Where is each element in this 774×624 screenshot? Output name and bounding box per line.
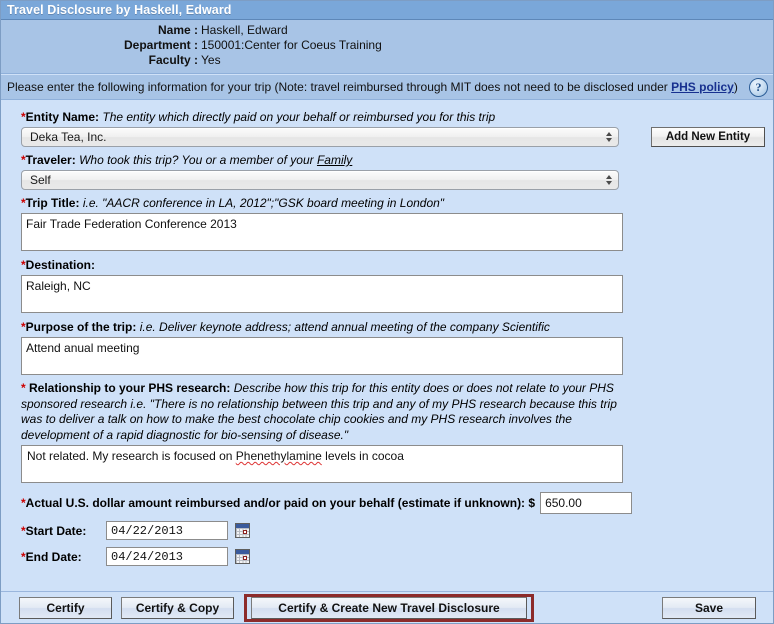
relationship-label: * Relationship to your PHS research: Des… xyxy=(21,378,631,445)
name-value: Haskell, Edward xyxy=(201,23,288,37)
travel-disclosure-window: Travel Disclosure by Haskell, Edward Nam… xyxy=(0,0,774,624)
family-link[interactable]: Family xyxy=(317,153,352,167)
amount-row: *Actual U.S. dollar amount reimbursed an… xyxy=(1,492,773,514)
end-date-input[interactable] xyxy=(106,547,228,566)
end-date-label-text: End Date: xyxy=(25,549,82,564)
instruction-text: Please enter the following information f… xyxy=(7,80,738,94)
entity-hint-text: The entity which directly paid on your b… xyxy=(102,110,496,124)
header-row-name: Name : Haskell, Edward xyxy=(1,23,773,38)
instruction-suffix: ) xyxy=(733,80,738,94)
traveler-hint-text: Who took this trip? You or a member of y… xyxy=(79,153,317,167)
certify-and-copy-button[interactable]: Certify & Copy xyxy=(121,596,234,619)
relationship-value-pre: Not related. My research is focused on xyxy=(27,449,236,463)
entity-input-row: Deka Tea, Inc. Add New Entity xyxy=(21,127,773,149)
amount-label: *Actual U.S. dollar amount reimbursed an… xyxy=(21,496,535,510)
help-glyph: ? xyxy=(755,80,762,94)
department-label: Department : xyxy=(123,38,198,52)
entity-name-select[interactable]: Deka Tea, Inc. xyxy=(21,127,619,147)
purpose-hint-text: i.e. Deliver keynote address; attend ann… xyxy=(139,320,550,334)
certify-button[interactable]: Certify xyxy=(19,596,112,619)
traveler-label-text: Traveler: xyxy=(25,153,76,167)
amount-label-text: Actual U.S. dollar amount reimbursed and… xyxy=(25,496,536,510)
trip-title-input[interactable]: Fair Trade Federation Conference 2013 xyxy=(21,213,623,251)
traveler-select-wrapper: Self xyxy=(21,170,619,190)
destination-field: *Destination: Raleigh, NC xyxy=(1,254,773,316)
traveler-input-row: Self xyxy=(21,170,773,192)
person-header-block: Name : Haskell, Edward Department : 1500… xyxy=(1,20,773,74)
travel-disclosure-form: *Entity Name: The entity which directly … xyxy=(1,100,773,623)
destination-label-text: Destination: xyxy=(25,258,96,272)
relationship-value-post: levels in cocoa xyxy=(321,449,404,463)
start-date-input[interactable] xyxy=(106,521,228,540)
department-value: 150001:Center for Coeus Training xyxy=(201,38,382,52)
traveler-field: *Traveler: Who took this trip? You or a … xyxy=(1,149,773,192)
entity-name-label: *Entity Name: The entity which directly … xyxy=(21,106,773,127)
name-label: Name : xyxy=(157,23,198,37)
purpose-label-text: Purpose of the trip: xyxy=(25,320,137,334)
entity-label-text: Entity Name: xyxy=(25,110,100,124)
traveler-label: *Traveler: Who took this trip? You or a … xyxy=(21,149,773,170)
trip-title-field: *Trip Title: i.e. "AACR conference in LA… xyxy=(1,192,773,254)
window-title-bar: Travel Disclosure by Haskell, Edward xyxy=(1,1,773,20)
start-date-row: *Start Date: xyxy=(1,521,773,540)
trip-title-label-text: Trip Title: xyxy=(25,196,80,210)
destination-input[interactable]: Raleigh, NC xyxy=(21,275,623,313)
instruction-bar: Please enter the following information f… xyxy=(1,74,773,100)
form-button-bar: Certify Certify & Copy Certify & Create … xyxy=(1,591,773,623)
purpose-field: *Purpose of the trip: i.e. Deliver keyno… xyxy=(1,316,773,378)
relationship-label-text: Relationship to your PHS research: xyxy=(25,381,231,395)
calendar-icon[interactable] xyxy=(235,549,250,564)
spellcheck-misspelled-word: Phenethylamine xyxy=(235,449,322,463)
trip-title-hint-text: i.e. "AACR conference in LA, 2012";"GSK … xyxy=(82,196,445,210)
faculty-value: Yes xyxy=(201,53,221,67)
phs-policy-link[interactable]: PHS policy xyxy=(671,80,734,94)
relationship-field: * Relationship to your PHS research: Des… xyxy=(1,378,773,483)
add-new-entity-button[interactable]: Add New Entity xyxy=(651,127,765,147)
traveler-select[interactable]: Self xyxy=(21,170,619,190)
certify-and-create-new-travel-disclosure-button[interactable]: Certify & Create New Travel Disclosure xyxy=(251,597,527,619)
header-row-department: Department : 150001:Center for Coeus Tra… xyxy=(1,38,773,53)
page-title: Travel Disclosure by Haskell, Edward xyxy=(7,3,232,17)
purpose-input[interactable]: Attend anual meeting xyxy=(21,337,623,375)
amount-input[interactable] xyxy=(540,492,633,514)
save-button[interactable]: Save xyxy=(662,596,756,619)
header-row-faculty: Faculty : Yes xyxy=(1,53,773,68)
entity-select-wrapper: Deka Tea, Inc. xyxy=(21,127,619,147)
destination-label: *Destination: xyxy=(21,254,773,275)
question-mark-icon[interactable]: ? xyxy=(749,78,768,97)
entity-name-field: *Entity Name: The entity which directly … xyxy=(1,106,773,149)
start-date-label-text: Start Date: xyxy=(25,523,87,538)
calendar-icon[interactable] xyxy=(235,523,250,538)
trip-title-label: *Trip Title: i.e. "AACR conference in LA… xyxy=(21,192,773,213)
end-date-label: *End Date: xyxy=(21,550,106,564)
highlight-annotation: Certify & Create New Travel Disclosure xyxy=(244,594,534,622)
instruction-prefix: Please enter the following information f… xyxy=(7,80,672,94)
faculty-label: Faculty : xyxy=(148,53,198,67)
relationship-input[interactable]: Not related. My research is focused on P… xyxy=(21,445,623,483)
start-date-label: *Start Date: xyxy=(21,524,106,538)
end-date-row: *End Date: xyxy=(1,547,773,566)
purpose-label: *Purpose of the trip: i.e. Deliver keyno… xyxy=(21,316,773,337)
